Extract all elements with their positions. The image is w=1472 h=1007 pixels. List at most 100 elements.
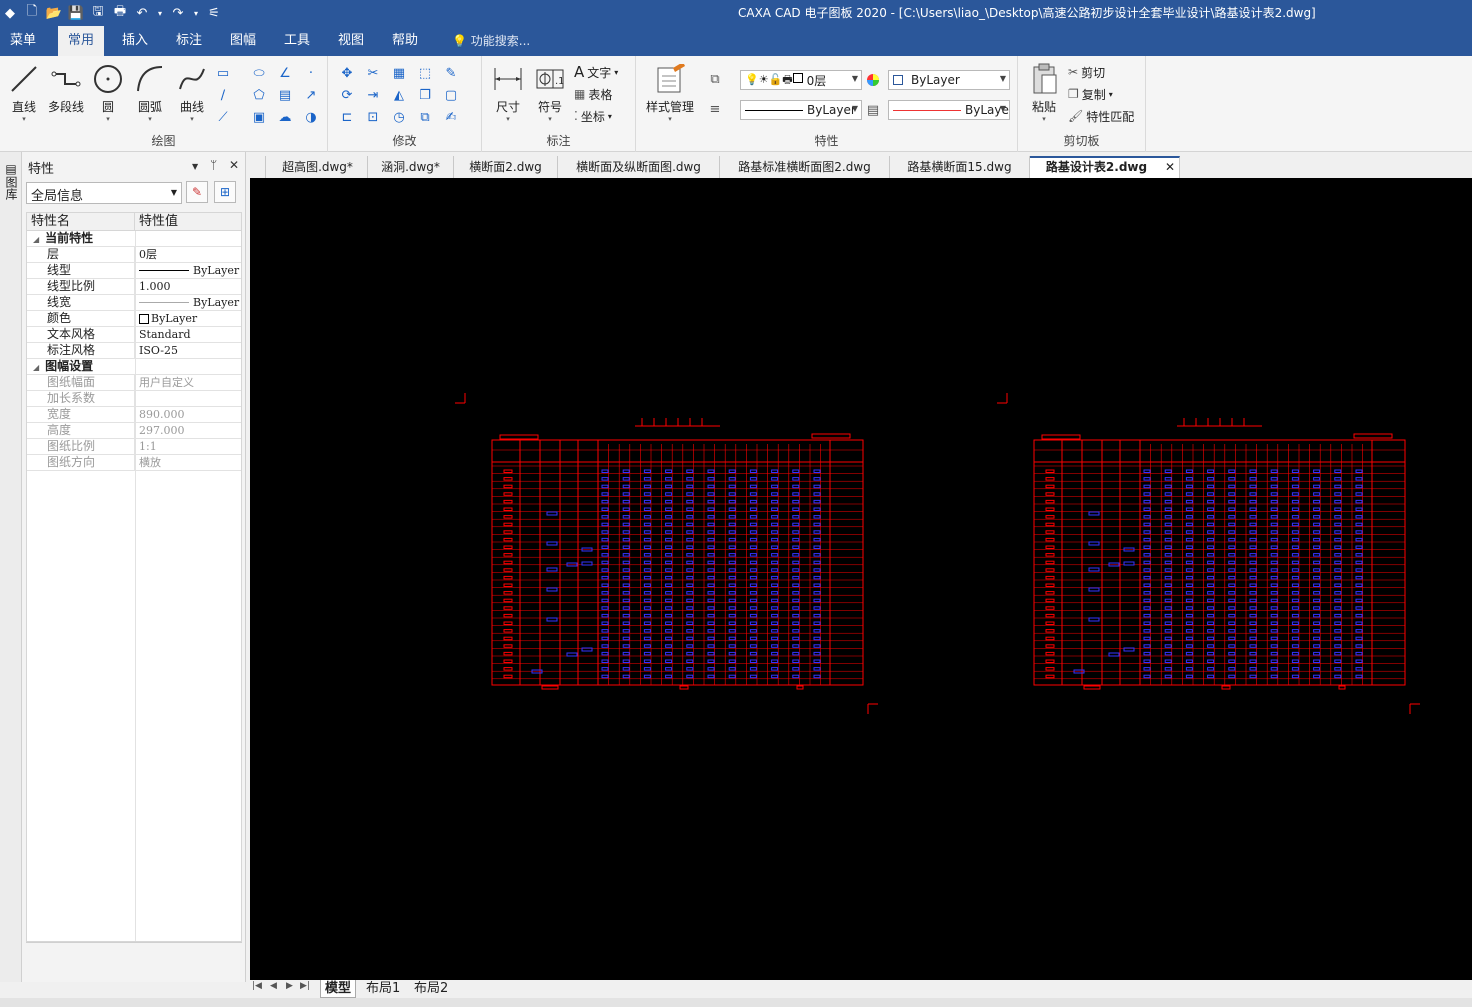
style-manager-button[interactable]: 样式管理 ▾: [642, 62, 698, 123]
close-icon[interactable]: ✕: [229, 158, 239, 172]
trim-icon[interactable]: ✂: [364, 64, 382, 82]
redo-dropdown-icon[interactable]: ▾: [192, 5, 200, 21]
point-icon[interactable]: ·: [302, 64, 320, 82]
app-icon[interactable]: ◆: [2, 5, 18, 21]
collapse-icon[interactable]: ◢: [33, 363, 39, 372]
property-category[interactable]: ◢ 当前特性: [27, 231, 241, 247]
copy-block-icon[interactable]: ❐: [416, 86, 434, 104]
offset-icon[interactable]: ⊏: [338, 108, 356, 126]
property-category[interactable]: ◢ 图幅设置: [27, 359, 241, 375]
tab-annotate[interactable]: 标注: [166, 26, 212, 56]
tab-tools[interactable]: 工具: [274, 26, 320, 56]
print-icon[interactable]: 🖶: [112, 4, 128, 21]
spline-button[interactable]: 曲线 ▾: [172, 62, 212, 123]
feature-search[interactable]: 💡 功能搜索...: [452, 26, 530, 56]
coordinate-button[interactable]: ⁚ 坐标 ▾: [574, 106, 612, 126]
first-layout-icon[interactable]: |◀: [252, 981, 262, 991]
lineweight-icon[interactable]: ▤: [864, 101, 882, 119]
property-row[interactable]: 图纸比例 1:1: [27, 439, 241, 455]
doc-tab[interactable]: 横断面2.dwg: [454, 156, 558, 178]
property-row[interactable]: 加长系数: [27, 391, 241, 407]
round-icon[interactable]: ◷: [390, 108, 408, 126]
rectangle-icon[interactable]: ▭: [214, 64, 232, 82]
property-value[interactable]: ISO-25: [135, 343, 241, 358]
linetype-combo[interactable]: ByLayer ▼: [740, 100, 862, 120]
panel-menu-icon[interactable]: ▼: [192, 162, 198, 171]
layout-tab-model[interactable]: 模型: [320, 980, 357, 998]
paste-button[interactable]: 粘贴 ▾: [1024, 62, 1064, 123]
hatch-icon[interactable]: ▤: [276, 86, 294, 104]
tab-common[interactable]: 常用: [58, 26, 105, 56]
table-button[interactable]: ▦ 表格: [574, 84, 612, 104]
select-objects-button[interactable]: ⊞: [214, 181, 236, 203]
extend-icon[interactable]: ⇥: [364, 86, 382, 104]
quick-select-button[interactable]: ✎: [186, 181, 208, 203]
doc-tab-active[interactable]: 路基设计表2.dwg ✕: [1030, 156, 1180, 178]
prev-layout-icon[interactable]: ◀: [270, 981, 277, 991]
doc-tab[interactable]: 路基标准横断面图2.dwg: [720, 156, 890, 178]
property-value[interactable]: 0层: [135, 247, 241, 262]
property-row[interactable]: 颜色 ByLayer: [27, 311, 241, 327]
stretch-icon[interactable]: ⬚: [416, 64, 434, 82]
text-button[interactable]: A 文字 ▾: [574, 62, 618, 82]
rotate-icon[interactable]: ⟳: [338, 86, 356, 104]
cut-button[interactable]: ✂ 剪切: [1068, 62, 1105, 82]
property-row[interactable]: 线宽 ByLayer: [27, 295, 241, 311]
angle-line-icon[interactable]: ∠: [276, 64, 294, 82]
close-tab-icon[interactable]: ✕: [1165, 158, 1175, 177]
explode-icon[interactable]: ⧉: [416, 108, 434, 126]
property-row[interactable]: 层 0层: [27, 247, 241, 263]
open-folder-icon[interactable]: 📂: [46, 5, 62, 21]
circle-button[interactable]: 圆 ▾: [88, 62, 128, 123]
doc-tab[interactable]: 涵洞.dwg*: [368, 156, 454, 178]
lineweight-menu-icon[interactable]: ≡: [706, 100, 724, 118]
tab-view[interactable]: 视图: [328, 26, 374, 56]
region-icon[interactable]: ▢: [442, 86, 460, 104]
undo-dropdown-icon[interactable]: ▾: [156, 5, 164, 21]
property-row[interactable]: 线型比例 1.000: [27, 279, 241, 295]
layer-manager-icon[interactable]: ⧉: [706, 70, 724, 88]
property-row[interactable]: 文本风格 Standard: [27, 327, 241, 343]
fill-icon[interactable]: ▣: [250, 108, 268, 126]
tab-insert[interactable]: 插入: [112, 26, 158, 56]
library-tab[interactable]: ▤ 图库: [3, 162, 19, 200]
property-row[interactable]: 线型 ByLayer: [27, 263, 241, 279]
scope-select[interactable]: 全局信息 ▼: [26, 182, 182, 204]
customize-qat-icon[interactable]: ⚟: [206, 5, 222, 21]
edit-icon[interactable]: ✍: [442, 108, 460, 126]
save-icon[interactable]: 💾: [68, 5, 84, 21]
property-row[interactable]: 标注风格 ISO-25: [27, 343, 241, 359]
lineweight-combo[interactable]: ByLaye ▼: [888, 100, 1010, 120]
layout-tab-1[interactable]: 布局1: [362, 980, 404, 998]
color-combo[interactable]: ByLayer ▼: [888, 70, 1010, 90]
collapse-icon[interactable]: ◢: [33, 235, 39, 244]
copy-button[interactable]: ❐ 复制 ▾: [1068, 84, 1113, 104]
mirror-icon[interactable]: ◭: [390, 86, 408, 104]
cloud-icon[interactable]: ☁: [276, 108, 294, 126]
new-file-icon[interactable]: 🗋: [24, 4, 40, 21]
pin-icon[interactable]: ᛘ: [210, 158, 217, 172]
last-layout-icon[interactable]: ▶|: [300, 981, 310, 991]
property-value[interactable]: ByLayer: [135, 311, 241, 326]
doc-tab[interactable]: 路基横断面15.dwg: [890, 156, 1030, 178]
tab-menu[interactable]: 菜单: [0, 26, 46, 56]
property-row[interactable]: 图纸幅面 用户自定义: [27, 375, 241, 391]
parallel-line-icon[interactable]: ∕: [214, 86, 232, 104]
ellipse-icon[interactable]: ⬭: [250, 64, 268, 82]
drawing-canvas[interactable]: [250, 178, 1472, 980]
property-value[interactable]: 1.000: [135, 279, 241, 294]
array-icon[interactable]: ▦: [390, 64, 408, 82]
centerline-icon[interactable]: ⟋: [214, 108, 232, 126]
doc-tab[interactable]: 超高图.dwg*: [268, 156, 368, 178]
tab-help[interactable]: 帮助: [382, 26, 428, 56]
next-layout-icon[interactable]: ▶: [286, 981, 293, 991]
arrow-icon[interactable]: ↗: [302, 86, 320, 104]
polygon-icon[interactable]: ⬠: [250, 86, 268, 104]
arc-button[interactable]: 圆弧 ▾: [130, 62, 170, 123]
property-row[interactable]: 图纸方向 横放: [27, 455, 241, 471]
scale-icon[interactable]: ⊡: [364, 108, 382, 126]
wipeout-icon[interactable]: ◑: [302, 108, 320, 126]
save-all-icon[interactable]: 🖫: [90, 4, 106, 21]
dimension-button[interactable]: 尺寸 ▾: [488, 62, 528, 123]
line-button[interactable]: 直线 ▾: [4, 62, 44, 123]
